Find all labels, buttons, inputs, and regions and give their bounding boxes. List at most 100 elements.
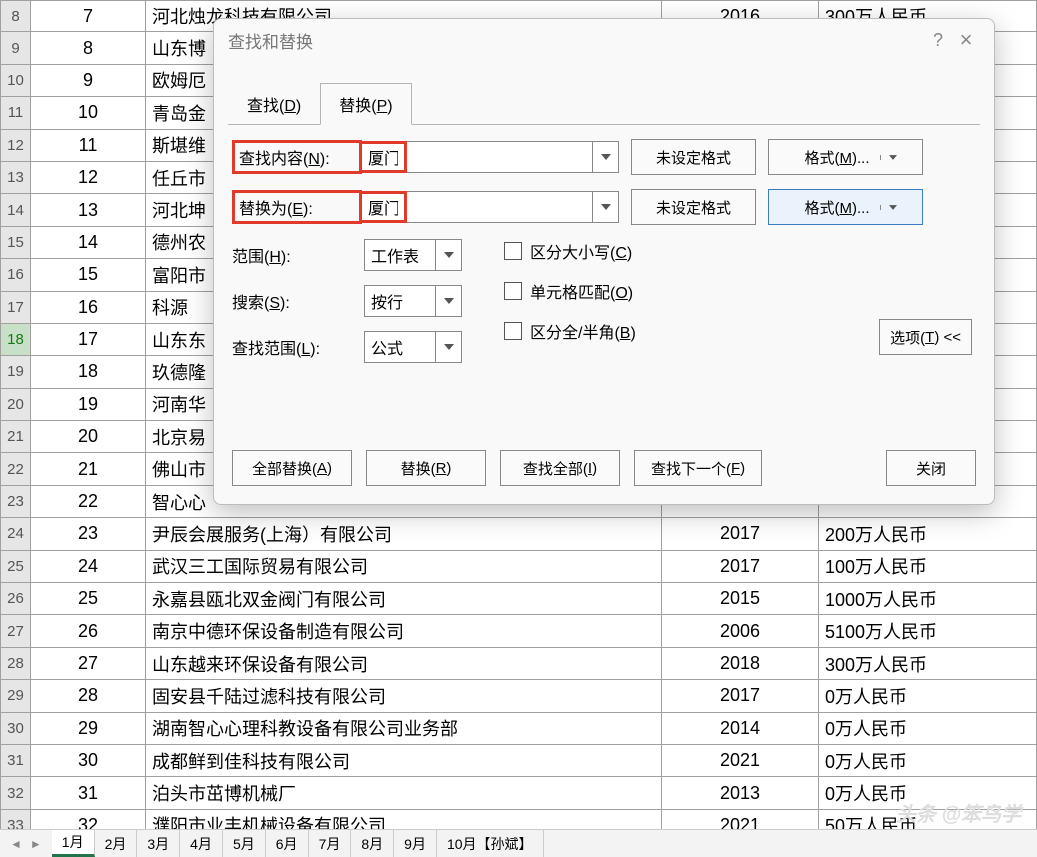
sheet-tab[interactable]: 7月 — [309, 830, 352, 857]
row-number[interactable]: 17 — [0, 292, 31, 324]
row-number[interactable]: 14 — [0, 194, 31, 226]
replace-input-highlight[interactable] — [362, 194, 404, 220]
close-icon[interactable]: × — [952, 26, 980, 54]
replace-all-button[interactable]: 全部替换(A) — [232, 450, 352, 486]
cell[interactable]: 20 — [31, 421, 146, 453]
tab-prev-icon[interactable]: ◄ — [10, 837, 22, 851]
row-number[interactable]: 19 — [0, 356, 31, 388]
replace-format-button[interactable]: 格式(M)... — [768, 189, 923, 225]
cell[interactable]: 25 — [31, 583, 146, 615]
tab-replace[interactable]: 替换(P) — [320, 83, 411, 125]
cell[interactable]: 泊头市茁博机械厂 — [146, 777, 662, 809]
cell[interactable]: 2018 — [662, 648, 819, 680]
cell[interactable]: 固安县千陆过滤科技有限公司 — [146, 680, 662, 712]
row-number[interactable]: 11 — [0, 97, 31, 129]
row-number[interactable]: 26 — [0, 583, 31, 615]
cell[interactable]: 山东越来环保设备有限公司 — [146, 648, 662, 680]
cell[interactable]: 22 — [31, 486, 146, 518]
options-button[interactable]: 选项(T) << — [879, 319, 972, 355]
row-number[interactable]: 16 — [0, 259, 31, 291]
cell[interactable]: 2021 — [662, 745, 819, 777]
range-select[interactable] — [364, 239, 436, 271]
row-number[interactable]: 10 — [0, 65, 31, 97]
cell[interactable]: 2006 — [662, 615, 819, 647]
sheet-tab[interactable]: 5月 — [223, 830, 266, 857]
row-number[interactable]: 8 — [0, 0, 31, 32]
cell[interactable]: 10 — [31, 97, 146, 129]
sheet-tab[interactable]: 9月 — [394, 830, 437, 857]
row-number[interactable]: 25 — [0, 551, 31, 583]
chevron-down-icon[interactable] — [880, 205, 897, 210]
cell[interactable]: 9 — [31, 65, 146, 97]
checkbox-icon[interactable] — [504, 322, 522, 340]
cell[interactable]: 300万人民币 — [819, 648, 1037, 680]
sheet-tab[interactable]: 6月 — [266, 830, 309, 857]
chevron-down-icon[interactable] — [436, 331, 462, 363]
chevron-down-icon[interactable] — [436, 285, 462, 317]
sheet-tab[interactable]: 8月 — [351, 830, 394, 857]
cell[interactable]: 2017 — [662, 518, 819, 550]
row-number[interactable]: 27 — [0, 615, 31, 647]
lookin-select[interactable] — [364, 331, 436, 363]
find-next-button[interactable]: 查找下一个(F) — [634, 450, 762, 486]
cell[interactable]: 12 — [31, 162, 146, 194]
cell[interactable]: 200万人民币 — [819, 518, 1037, 550]
cell[interactable]: 0万人民币 — [819, 777, 1037, 809]
tab-next-icon[interactable]: ► — [30, 837, 42, 851]
find-dropdown-icon[interactable] — [593, 141, 619, 173]
cell[interactable]: 14 — [31, 227, 146, 259]
sheet-tab[interactable]: 1月 — [52, 830, 95, 857]
cell[interactable]: 17 — [31, 324, 146, 356]
checkbox-icon[interactable] — [504, 282, 522, 300]
cell[interactable]: 永嘉县瓯北双金阀门有限公司 — [146, 583, 662, 615]
sheet-tab[interactable]: 4月 — [180, 830, 223, 857]
row-number[interactable]: 21 — [0, 421, 31, 453]
sheet-tab[interactable]: 2月 — [95, 830, 138, 857]
match-width-checkbox[interactable]: 区分全/半角(B) — [504, 319, 636, 343]
row-number[interactable]: 29 — [0, 680, 31, 712]
cell[interactable]: 11 — [31, 130, 146, 162]
checkbox-icon[interactable] — [504, 242, 522, 260]
match-cell-checkbox[interactable]: 单元格匹配(O) — [504, 279, 636, 303]
cell[interactable]: 武汉三工国际贸易有限公司 — [146, 551, 662, 583]
row-number[interactable]: 9 — [0, 32, 31, 64]
help-icon[interactable]: ? — [924, 26, 952, 54]
row-number[interactable]: 20 — [0, 389, 31, 421]
row-number[interactable]: 31 — [0, 745, 31, 777]
tab-find[interactable]: 查找(D) — [228, 83, 320, 125]
cell[interactable]: 0万人民币 — [819, 713, 1037, 745]
sheet-tab[interactable]: 10月【孙斌】 — [437, 830, 544, 857]
find-format-button[interactable]: 格式(M)... — [768, 139, 923, 175]
cell[interactable]: 13 — [31, 194, 146, 226]
match-case-checkbox[interactable]: 区分大小写(C) — [504, 239, 636, 263]
tab-nav-arrows[interactable]: ◄ ► — [0, 830, 52, 857]
row-number[interactable]: 24 — [0, 518, 31, 550]
cell[interactable]: 8 — [31, 32, 146, 64]
cell[interactable]: 2013 — [662, 777, 819, 809]
cell[interactable]: 2017 — [662, 680, 819, 712]
cell[interactable]: 7 — [31, 0, 146, 32]
row-number[interactable]: 22 — [0, 453, 31, 485]
row-number[interactable]: 32 — [0, 777, 31, 809]
cell[interactable]: 28 — [31, 680, 146, 712]
row-number[interactable]: 12 — [0, 130, 31, 162]
row-number[interactable]: 13 — [0, 162, 31, 194]
cell[interactable]: 2014 — [662, 713, 819, 745]
cell[interactable]: 尹辰会展服务(上海）有限公司 — [146, 518, 662, 550]
cell[interactable]: 16 — [31, 292, 146, 324]
cell[interactable]: 18 — [31, 356, 146, 388]
row-number[interactable]: 23 — [0, 486, 31, 518]
close-button[interactable]: 关闭 — [886, 450, 976, 486]
cell[interactable]: 24 — [31, 551, 146, 583]
cell[interactable]: 2015 — [662, 583, 819, 615]
cell[interactable]: 0万人民币 — [819, 745, 1037, 777]
cell[interactable]: 30 — [31, 745, 146, 777]
row-number[interactable]: 18 — [0, 324, 31, 356]
row-number[interactable]: 30 — [0, 713, 31, 745]
cell[interactable]: 5100万人民币 — [819, 615, 1037, 647]
replace-dropdown-icon[interactable] — [593, 191, 619, 223]
cell[interactable]: 1000万人民币 — [819, 583, 1037, 615]
cell[interactable]: 23 — [31, 518, 146, 550]
cell[interactable]: 成都鲜到佳科技有限公司 — [146, 745, 662, 777]
find-input[interactable] — [407, 141, 593, 173]
